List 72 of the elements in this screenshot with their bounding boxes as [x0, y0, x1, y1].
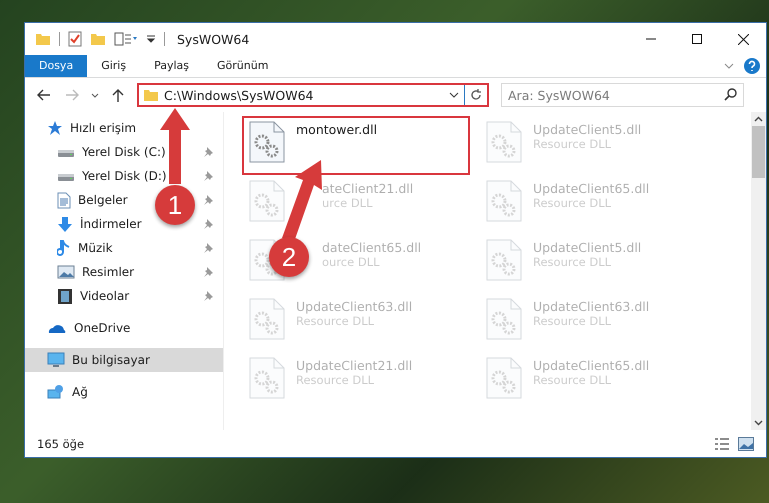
sidebar-item[interactable]: Resimler	[25, 260, 140, 284]
file-name: UpdateClient63.dll	[533, 299, 650, 314]
dll-file-icon	[248, 120, 286, 164]
dll-file-icon	[485, 179, 523, 223]
ribbon-tab[interactable]: Giriş	[87, 55, 140, 77]
file-name: UpdateClient21.dll	[296, 358, 412, 373]
ribbon-tab[interactable]: Dosya	[25, 55, 88, 77]
large-icons-view-icon[interactable]	[738, 436, 754, 450]
music-note-icon	[57, 240, 71, 256]
file-name: UpdateClient5.dll	[533, 122, 642, 137]
refresh-icon[interactable]	[470, 89, 482, 101]
pin-icon[interactable]	[203, 243, 213, 253]
file-name: UpdateClient65.dll	[533, 358, 650, 373]
file-name: dateClient65.dll	[322, 240, 422, 255]
expand-ribbon-caret-icon[interactable]	[724, 63, 734, 69]
folder-icon	[143, 88, 159, 102]
left-arrow-icon[interactable]	[37, 89, 51, 101]
pin-icon[interactable]	[203, 267, 213, 277]
dll-file-icon	[248, 179, 286, 223]
sidebar-item[interactable]: Yerel Disk (D:)	[25, 164, 173, 188]
sidebar-item[interactable]: Hızlı erişim	[25, 116, 142, 140]
file-name: montower.dll	[296, 122, 378, 137]
customize-caret-icon[interactable]	[146, 34, 156, 44]
file-name: UpdateClient63.dll	[296, 299, 412, 314]
help-icon[interactable]	[744, 58, 760, 74]
pin-icon[interactable]	[203, 171, 213, 181]
properties-checkmark-icon[interactable]	[68, 31, 82, 47]
document-icon	[57, 192, 71, 208]
sidebar-item[interactable]: Ağ	[25, 380, 94, 404]
file-item[interactable]: montower.dll	[242, 116, 470, 175]
star-icon	[47, 120, 63, 136]
film-icon	[57, 288, 73, 304]
pin-icon[interactable]	[203, 195, 213, 205]
item-count: 165 öğe	[37, 436, 84, 450]
ribbon-tab[interactable]: Görünüm	[203, 55, 282, 77]
dropdown-caret-icon[interactable]	[449, 92, 459, 98]
file-name: ateClient21.dll	[322, 181, 414, 196]
computer-icon	[47, 352, 65, 368]
sidebar-item[interactable]: OneDrive	[25, 316, 136, 340]
sidebar-item[interactable]: Müzik	[25, 236, 119, 260]
close-icon[interactable]	[738, 34, 748, 44]
view-list-icon[interactable]	[114, 32, 138, 46]
address-bar[interactable]: C:\Windows\SysWOW64	[137, 83, 489, 107]
sidebar-item[interactable]: Videolar	[25, 284, 136, 308]
search-icon[interactable]	[724, 88, 737, 101]
download-arrow-icon	[57, 216, 73, 232]
window-title: SysWOW64	[177, 32, 250, 46]
file-name: UpdateClient65.dll	[533, 181, 650, 196]
sidebar-item[interactable]: Yerel Disk (C:)	[25, 140, 172, 164]
search-field[interactable]: Ara: SysWOW64	[501, 83, 744, 107]
sidebar-item[interactable]: İndirmeler	[25, 212, 148, 236]
dll-file-icon	[485, 120, 523, 164]
cloud-icon	[47, 322, 67, 334]
dll-file-icon	[485, 297, 523, 341]
network-icon	[47, 384, 65, 400]
pin-icon[interactable]	[203, 291, 213, 301]
ribbon-tab[interactable]: Paylaş	[140, 55, 203, 77]
details-view-icon[interactable]	[714, 436, 730, 450]
picture-icon	[57, 265, 75, 279]
dll-file-icon	[485, 238, 523, 282]
caret-icon[interactable]	[91, 92, 99, 98]
file-name: UpdateClient5.dll	[533, 240, 642, 255]
sidebar-item[interactable]: Bu bilgisayar	[25, 348, 223, 372]
up-arrow-icon[interactable]	[112, 88, 124, 102]
pin-icon[interactable]	[203, 219, 213, 229]
maximize-icon[interactable]	[692, 34, 702, 44]
dll-file-icon	[248, 297, 286, 341]
dll-file-icon	[248, 356, 286, 400]
sidebar-item[interactable]: Belgeler	[25, 188, 134, 212]
scrollbar-thumb[interactable]	[752, 126, 765, 178]
dll-file-icon	[485, 356, 523, 400]
pin-icon[interactable]	[203, 147, 213, 157]
